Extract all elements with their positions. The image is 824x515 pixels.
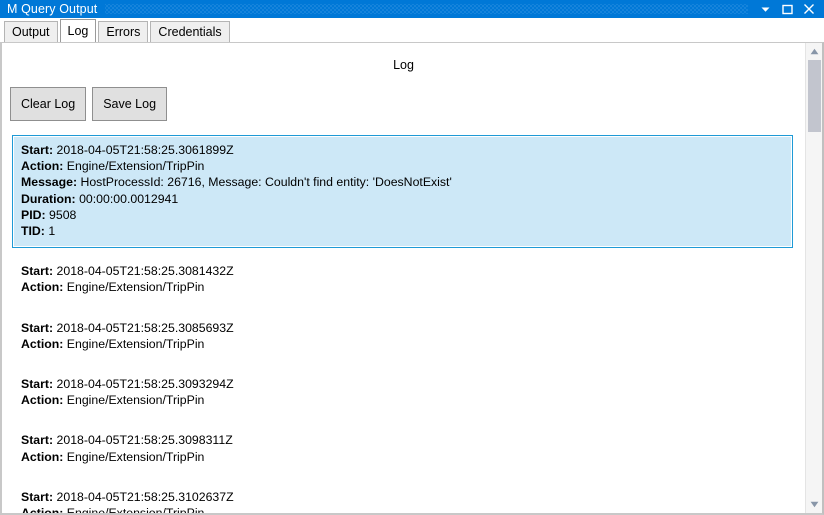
close-icon[interactable] — [798, 0, 820, 18]
tab-log-label: Log — [67, 24, 89, 38]
log-entry[interactable]: Start: 2018-04-05T21:58:25.3085693Z Actio… — [12, 313, 793, 361]
log-entry-start: Start: 2018-04-05T21:58:25.3098311Z — [21, 432, 784, 448]
log-toolbar: Clear Log Save Log — [2, 72, 805, 121]
log-entry-action-label: Action: — [21, 506, 63, 513]
log-entry-action: Action: Engine/Extension/TripPin — [21, 449, 784, 465]
log-entry-start-value: 2018-04-05T21:58:25.3098311Z — [53, 433, 233, 448]
log-entry-message-label: Message: — [21, 175, 78, 190]
chevron-down-icon[interactable] — [754, 0, 776, 18]
log-entry-action-value: Engine/Extension/TripPin — [63, 159, 205, 174]
log-entry[interactable]: Start: 2018-04-05T21:58:25.3098311Z Actio… — [12, 425, 793, 473]
log-entry-start-value: 2018-04-05T21:58:25.3085693Z — [53, 320, 234, 335]
tab-strip: Output Log Errors Credentials — [0, 18, 824, 42]
scrollbar-track[interactable] — [806, 60, 823, 496]
log-entry[interactable]: Start: 2018-04-05T21:58:25.3093294Z Actio… — [12, 369, 793, 417]
scrollbar-thumb[interactable] — [807, 60, 821, 132]
log-entry-start-label: Start: — [21, 377, 54, 392]
log-entry-start-label: Start: — [21, 433, 54, 448]
log-entry-start-value: 2018-04-05T21:58:25.3102637Z — [53, 489, 234, 504]
log-entry-duration-label: Duration: — [21, 191, 76, 206]
tab-errors[interactable]: Errors — [98, 21, 149, 42]
content-frame: Log Clear Log Save Log Start: 2018-04-05… — [0, 42, 824, 515]
log-entry-tid-value: 1 — [44, 224, 56, 239]
window-title: M Query Output — [7, 2, 98, 16]
clear-log-button[interactable]: Clear Log — [10, 87, 87, 121]
log-entry-action-value: Engine/Extension/TripPin — [63, 449, 205, 464]
save-log-button[interactable]: Save Log — [92, 87, 168, 121]
log-entry-action-value: Engine/Extension/TripPin — [63, 506, 205, 513]
vertical-scrollbar[interactable] — [805, 43, 822, 513]
tab-credentials[interactable]: Credentials — [150, 21, 230, 42]
log-entry-start: Start: 2018-04-05T21:58:25.3061899Z — [21, 142, 784, 158]
maximize-icon[interactable] — [776, 0, 798, 18]
log-entry-start-label: Start: — [21, 143, 54, 157]
scroll-up-arrow-icon[interactable] — [806, 43, 823, 60]
tab-output[interactable]: Output — [4, 21, 58, 42]
log-entry-duration-value: 00:00:00.0012941 — [75, 191, 179, 206]
log-entry-start-value: 2018-04-05T21:58:25.3093294Z — [53, 377, 234, 392]
log-entry-action-label: Action: — [21, 159, 64, 174]
log-entry-start: Start: 2018-04-05T21:58:25.3081432Z — [21, 263, 784, 279]
log-entry-action: Action: Engine/Extension/TripPin — [21, 505, 784, 513]
log-list: Start: 2018-04-05T21:58:25.3061899Z Actio… — [12, 135, 805, 513]
log-entry-tid-label: TID: — [21, 224, 45, 239]
log-entry-pid-value: 9508 — [45, 207, 77, 222]
log-entry-start-value: 2018-04-05T21:58:25.3081432Z — [53, 264, 234, 279]
log-entry-action-label: Action: — [21, 280, 64, 295]
log-entry-pid-label: PID: — [21, 207, 46, 222]
page-title: Log — [393, 58, 414, 72]
log-panel: Log Clear Log Save Log Start: 2018-04-05… — [2, 43, 805, 513]
log-entry[interactable]: Start: 2018-04-05T21:58:25.3081432Z Actio… — [12, 256, 793, 304]
log-entry-tid: TID: 1 — [21, 223, 784, 239]
log-entry-action-value: Engine/Extension/TripPin — [63, 393, 205, 408]
log-entry-message-value: HostProcessId: 26716, Message: Couldn't … — [77, 175, 452, 190]
log-entry-start-value: 2018-04-05T21:58:25.3061899Z — [53, 143, 234, 157]
log-entry-start-label: Start: — [21, 320, 54, 335]
m-query-output-window: M Query Output Output Log Errors Credent… — [0, 0, 824, 515]
log-entry-pid: PID: 9508 — [21, 207, 784, 223]
log-entry-action: Action: Engine/Extension/TripPin — [21, 158, 784, 174]
scroll-down-arrow-icon[interactable] — [806, 496, 823, 513]
window-controls — [754, 0, 820, 18]
log-entry-action-value: Engine/Extension/TripPin — [63, 280, 205, 295]
log-entry-start-label: Start: — [21, 264, 54, 279]
log-entry-start-label: Start: — [21, 489, 54, 504]
title-bar: M Query Output — [0, 0, 824, 18]
log-entry-duration: Duration: 00:00:00.0012941 — [21, 191, 784, 207]
log-entry-action-value: Engine/Extension/TripPin — [63, 336, 205, 351]
log-entry-action: Action: Engine/Extension/TripPin — [21, 336, 784, 352]
log-entry-action: Action: Engine/Extension/TripPin — [21, 392, 784, 408]
log-entry-action-label: Action: — [21, 449, 64, 464]
log-entry-action-label: Action: — [21, 336, 64, 351]
tab-errors-label: Errors — [106, 25, 141, 39]
title-bar-grip — [105, 4, 748, 14]
log-entry-action: Action: Engine/Extension/TripPin — [21, 279, 784, 295]
log-entry[interactable]: Start: 2018-04-05T21:58:25.3061899Z Actio… — [12, 135, 793, 249]
tab-output-label: Output — [12, 25, 50, 39]
log-entry[interactable]: Start: 2018-04-05T21:58:25.3102637ZActio… — [12, 482, 793, 513]
log-entry-action-label: Action: — [21, 393, 64, 408]
log-entry-message: Message: HostProcessId: 26716, Message: … — [21, 174, 784, 190]
log-entry-start: Start: 2018-04-05T21:58:25.3093294Z — [21, 376, 784, 392]
tab-log[interactable]: Log — [59, 19, 97, 42]
log-entry-start: Start: 2018-04-05T21:58:25.3102637Z — [21, 489, 784, 505]
tab-credentials-label: Credentials — [158, 25, 222, 39]
log-entry-start: Start: 2018-04-05T21:58:25.3085693Z — [21, 320, 784, 336]
